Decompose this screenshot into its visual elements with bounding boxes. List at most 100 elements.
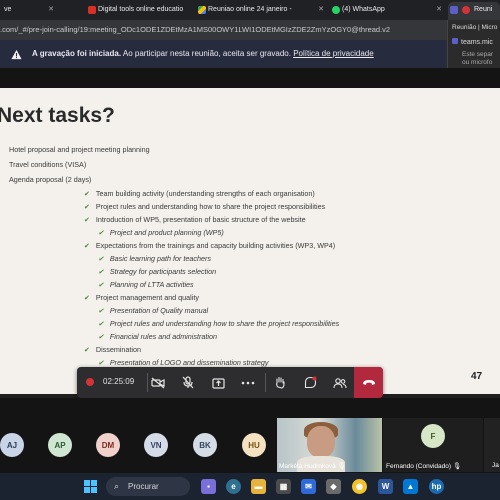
popup-title: Reunião | Micro xyxy=(452,24,498,31)
tab-label: (4) WhatsApp xyxy=(342,6,385,13)
mail-icon[interactable]: ✉ xyxy=(301,479,316,494)
hand-icon xyxy=(276,376,285,389)
check-icon: ✔ xyxy=(98,334,104,341)
slide-page-number: 47 xyxy=(471,371,483,382)
camera-off-icon xyxy=(151,377,165,388)
browser-tab[interactable]: Reuniao online 24 janeiro - ✕ xyxy=(196,2,326,20)
agenda-subitem: ✔ Project rules and understanding how to … xyxy=(98,319,340,328)
check-icon: ✔ xyxy=(98,360,104,367)
chat-button[interactable] xyxy=(295,367,325,398)
check-icon: ✔ xyxy=(98,321,104,328)
tab-label: Reuni xyxy=(474,6,493,13)
participants-button[interactable] xyxy=(325,367,355,398)
popup-text: Este separ xyxy=(462,51,494,58)
check-icon: ✔ xyxy=(98,282,104,289)
app-icon[interactable]: ◆ xyxy=(326,479,341,494)
agenda-item: ✔ Introduction of WP5, presentation of ba… xyxy=(84,215,306,224)
tab-label: Reuniao online 24 janeiro - xyxy=(208,6,292,13)
hp-icon[interactable]: hp xyxy=(429,479,444,494)
participant-avatar[interactable]: AJ xyxy=(0,433,24,457)
close-icon[interactable]: ✕ xyxy=(48,2,54,18)
call-timer: 02:25:09 xyxy=(103,377,135,386)
people-icon xyxy=(333,377,347,388)
check-icon: ✔ xyxy=(98,256,104,263)
teams-icon xyxy=(452,38,458,44)
mic-off-icon: 🎙 xyxy=(452,463,462,470)
check-icon: ✔ xyxy=(98,230,104,237)
mic-off-button[interactable] xyxy=(173,367,203,398)
check-icon: ✔ xyxy=(98,269,104,276)
teams-popup: Reunião | Micro teams.mic Este separ ou … xyxy=(447,20,500,68)
participant-avatar[interactable]: DM xyxy=(96,433,120,457)
agenda-subitem: ✔ Financial rules and administration xyxy=(98,332,217,341)
participant-avatar[interactable]: HU xyxy=(242,433,266,457)
more-button[interactable] xyxy=(233,367,263,398)
app-icon[interactable]: ▲ xyxy=(403,479,418,494)
check-icon: ✔ xyxy=(84,191,90,198)
word-icon[interactable]: W xyxy=(378,479,393,494)
check-icon: ✔ xyxy=(84,217,90,224)
meeting-stage-top xyxy=(0,68,500,88)
participant-avatar[interactable]: BK xyxy=(193,433,217,457)
participant-name: Fernando (Convidado) 🎙 xyxy=(386,463,462,470)
call-control-bar: 02:25:09 xyxy=(77,367,383,398)
warning-icon xyxy=(11,49,22,60)
participants-strip: AJ AP DM VN BK HU Markéta Hudrnková 🎙 F … xyxy=(0,398,500,473)
recording-indicator-icon xyxy=(86,378,94,386)
participant-avatar: F xyxy=(421,424,445,448)
close-icon[interactable]: ✕ xyxy=(436,2,442,18)
slide-bullet: Agenda proposal (2 days) xyxy=(9,175,92,184)
agenda-item: ✔ Project rules and understanding how to … xyxy=(84,202,326,211)
store-icon[interactable]: ▦ xyxy=(276,479,291,494)
participant-name: Markéta Hudrnková 🎙 xyxy=(279,463,346,470)
check-icon: ✔ xyxy=(84,295,90,302)
tab-label: ve xyxy=(4,6,12,13)
close-icon[interactable]: ✕ xyxy=(318,2,324,18)
banner-text: Ao participar nesta reunião, aceita ser … xyxy=(121,49,294,58)
participant-tile[interactable]: Ja xyxy=(484,418,500,472)
hang-up-button[interactable] xyxy=(354,367,383,398)
slide-bullet: Travel conditions (VISA) xyxy=(9,160,87,169)
popup-text: ou microfo xyxy=(462,59,493,66)
browser-tab-strip: ve ✕ Digital tools online educatio Reuni… xyxy=(0,0,500,20)
browser-tab[interactable]: (4) WhatsApp ✕ xyxy=(330,2,444,20)
url-text[interactable]: .com/_#/pre-join-calling/19:meeting_ODc1… xyxy=(0,24,445,36)
participant-tile[interactable]: F Fernando (Convidado) 🎙 xyxy=(383,418,483,472)
privacy-policy-link[interactable]: Política de privacidade xyxy=(293,49,374,58)
pdf-icon xyxy=(88,6,96,14)
search-icon: ⌕ xyxy=(114,481,120,491)
agenda-item: ✔ Dissemination xyxy=(84,345,142,354)
agenda-subitem: ✔ Basic learning path for teachers xyxy=(98,254,211,263)
more-icon xyxy=(241,381,255,384)
agenda-subitem: ✔ Presentation of Quality manual xyxy=(98,306,209,315)
camera-off-button[interactable] xyxy=(143,367,173,398)
participant-name: Ja xyxy=(492,462,499,469)
browser-tab-active[interactable]: Reuni xyxy=(448,2,500,20)
taskbar-search[interactable]: ⌕ Procurar xyxy=(106,477,190,496)
recording-banner: A gravação foi iniciada. Ao participar n… xyxy=(0,40,447,68)
check-icon: ✔ xyxy=(84,243,90,250)
share-button[interactable] xyxy=(203,367,233,398)
share-icon xyxy=(211,377,225,389)
windows-start-icon[interactable] xyxy=(84,480,97,493)
file-explorer-icon[interactable]: ▬ xyxy=(251,479,266,494)
mic-off-icon: 🎙 xyxy=(337,463,346,470)
raise-hand-button[interactable] xyxy=(265,367,295,398)
agenda-item: ✔ Expectations from the trainings and cap… xyxy=(84,241,336,250)
participant-video-tile[interactable]: Markéta Hudrnková 🎙 xyxy=(277,418,382,472)
teams-icon[interactable]: ▪ xyxy=(201,479,216,494)
google-drive-icon xyxy=(198,6,206,14)
participant-avatar[interactable]: AP xyxy=(48,433,72,457)
chrome-icon[interactable]: ◉ xyxy=(352,479,367,494)
agenda-subitem: ✔ Strategy for participants selection xyxy=(98,267,217,276)
address-bar[interactable]: .com/_#/pre-join-calling/19:meeting_ODc1… xyxy=(0,20,500,40)
recording-icon xyxy=(462,6,470,14)
browser-tab[interactable]: ve ✕ xyxy=(0,2,56,20)
windows-taskbar: ⌕ Procurar ▪ e ▬ ▦ ✉ ◆ ◉ W ▲ hp xyxy=(0,473,500,500)
participant-avatar[interactable]: VN xyxy=(144,433,168,457)
check-icon: ✔ xyxy=(84,204,90,211)
browser-tab[interactable]: Digital tools online educatio xyxy=(86,2,190,20)
agenda-subitem: ✔ Planning of LTTA activities xyxy=(98,280,194,289)
edge-icon[interactable]: e xyxy=(226,479,241,494)
agenda-subitem: ✔ Project and product planning (WP5) xyxy=(98,228,224,237)
